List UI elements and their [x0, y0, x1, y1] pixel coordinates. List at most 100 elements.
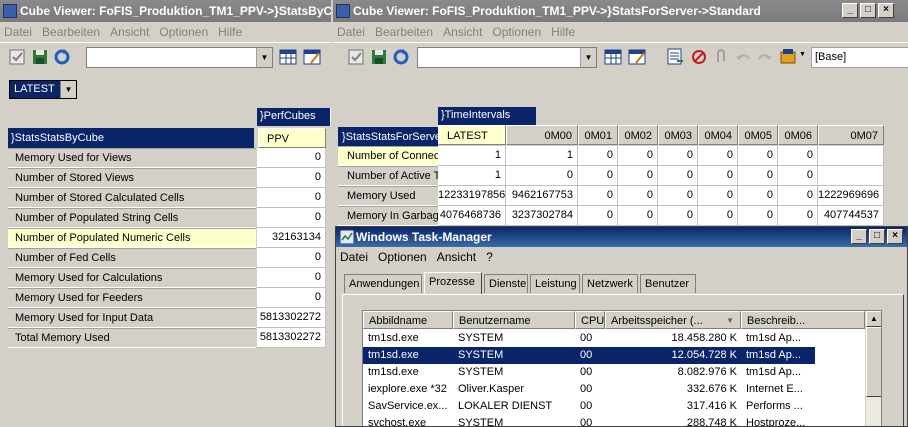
data-cell[interactable]: 0 — [698, 186, 738, 206]
process-row[interactable]: tm1sd.exe SYSTEM 00 12.054.728 K tm1sd Ap... — [363, 347, 815, 364]
data-cell[interactable]: 1 — [438, 146, 506, 166]
save-icon[interactable] — [369, 47, 389, 67]
grid-edit-icon[interactable] — [627, 47, 647, 67]
column-header-0m05[interactable]: 0M05 — [738, 125, 778, 145]
column-dimension-label[interactable]: }TimeIntervals — [438, 107, 536, 125]
right-menu-optionen[interactable]: Optionen — [488, 22, 547, 39]
left-view-dropdown[interactable]: ▼ — [86, 47, 273, 68]
data-cell[interactable]: 0 — [618, 186, 658, 206]
undo-icon[interactable] — [733, 47, 753, 67]
data-cell[interactable] — [818, 166, 884, 186]
data-cell[interactable]: 0 — [738, 186, 778, 206]
column-header-0m02[interactable]: 0M02 — [618, 125, 658, 145]
column-header-0m01[interactable]: 0M01 — [578, 125, 618, 145]
refresh-icon[interactable] — [391, 47, 411, 67]
save-icon[interactable] — [30, 47, 50, 67]
process-row[interactable]: iexplore.exe *32 Oliver.Kasper 00 332.676 K… — [363, 381, 865, 398]
title-dimension-selector[interactable]: LATEST ▼ — [9, 80, 77, 99]
data-cell[interactable]: 3237302784 — [506, 206, 578, 226]
minimize-button[interactable]: _ — [851, 229, 867, 244]
minimize-button[interactable]: _ — [842, 3, 858, 18]
grid-view-icon[interactable] — [278, 47, 298, 67]
attach-icon[interactable] — [711, 47, 731, 67]
data-cell[interactable]: 0 — [698, 166, 738, 186]
tab-anwendungen[interactable]: Anwendungen — [344, 274, 422, 293]
data-cell[interactable]: 0 — [257, 148, 326, 168]
data-cell[interactable]: 0 — [506, 166, 578, 186]
col-header-beschreibung[interactable]: Beschreib... — [741, 311, 865, 329]
process-row[interactable]: SavService.ex... LOKALER DIENST 00 317.416 … — [363, 398, 865, 415]
scroll-up-arrow-icon[interactable]: ▲ — [866, 311, 881, 327]
data-cell[interactable]: 0 — [738, 206, 778, 226]
row-label[interactable]: Number of Populated String Cells — [8, 208, 256, 228]
left-menu-ansicht[interactable]: Ansicht — [106, 22, 155, 39]
column-header-latest[interactable]: LATEST — [438, 125, 506, 145]
right-view-dropdown[interactable]: ▼ — [417, 47, 597, 68]
col-header-cpu[interactable]: CPU — [575, 311, 605, 329]
subset-box[interactable]: [Base] — [811, 47, 908, 68]
data-cell[interactable]: 0 — [257, 268, 326, 288]
chevron-down-icon[interactable]: ▼ — [60, 81, 76, 98]
tab-netzwerk[interactable]: Netzwerk — [582, 274, 638, 293]
grid-view-icon[interactable] — [603, 47, 623, 67]
data-cell[interactable]: 0 — [257, 208, 326, 228]
column-header-0m07[interactable]: 0M07 — [818, 125, 884, 145]
data-cell[interactable]: 0 — [658, 166, 698, 186]
data-cell[interactable]: 12233197856 — [438, 186, 506, 206]
column-dimension-label[interactable]: }PerfCubes — [257, 108, 331, 126]
column-header-0m04[interactable]: 0M04 — [698, 125, 738, 145]
column-header-ppv[interactable]: PPV — [258, 128, 326, 148]
row-dimension-label[interactable]: }StatsStatsForServe — [338, 127, 438, 147]
close-button[interactable]: × — [878, 3, 894, 18]
data-cell[interactable]: 5813302272 — [257, 328, 326, 348]
redo-icon[interactable] — [755, 47, 775, 67]
row-label[interactable]: Memory In Garbag — [338, 206, 438, 226]
process-list[interactable]: Abbildname Benutzername CPU Arbeitsspeic… — [362, 310, 882, 426]
tab-leistung[interactable]: Leistung — [530, 274, 580, 293]
data-cell[interactable]: 0 — [738, 146, 778, 166]
tab-benutzer[interactable]: Benutzer — [640, 274, 696, 293]
data-cell[interactable]: 0 — [257, 188, 326, 208]
row-label[interactable]: Total Memory Used — [8, 328, 256, 348]
data-cell[interactable]: 0 — [257, 288, 326, 308]
row-label[interactable]: Number of Stored Views — [8, 168, 256, 188]
data-cell[interactable]: 0 — [658, 186, 698, 206]
row-label[interactable]: Memory Used — [338, 186, 438, 206]
left-title-bar[interactable]: Cube Viewer: FoFIS_Produktion_TM1_PPV->}… — [0, 0, 331, 22]
tm-menu-datei[interactable]: Datei — [336, 247, 374, 264]
checkmark-icon[interactable] — [8, 47, 28, 67]
row-label[interactable]: Memory Used for Calculations — [8, 268, 256, 288]
data-cell[interactable]: 0 — [618, 146, 658, 166]
column-header-0m03[interactable]: 0M03 — [658, 125, 698, 145]
data-cell[interactable]: 4076468736 — [438, 206, 506, 226]
left-menu-bearbeiten[interactable]: Bearbeiten — [38, 22, 106, 39]
data-cell[interactable]: 1 — [506, 146, 578, 166]
checkmark-icon[interactable] — [347, 47, 367, 67]
tm-menu-ansicht[interactable]: Ansicht — [433, 247, 482, 264]
data-cell[interactable]: 32163134 — [257, 228, 326, 248]
data-cell[interactable]: 1222969696 — [818, 186, 884, 206]
data-cell[interactable]: 0 — [778, 166, 818, 186]
data-cell[interactable]: 0 — [778, 206, 818, 226]
row-label[interactable]: Number of Fed Cells — [8, 248, 256, 268]
process-row[interactable]: svchost.exe SYSTEM 00 288.748 K Hostproze... — [363, 415, 865, 426]
row-label[interactable]: Number of Populated Numeric Cells — [8, 228, 256, 248]
right-menu-datei[interactable]: Datei — [333, 22, 371, 39]
data-cell[interactable]: 0 — [578, 186, 618, 206]
grid-edit-icon[interactable] — [302, 47, 322, 67]
data-cell[interactable]: 0 — [658, 146, 698, 166]
data-cell[interactable]: 0 — [578, 206, 618, 226]
task-manager-title-bar[interactable]: Windows Task-Manager _ □ × — [336, 227, 907, 247]
data-cell[interactable]: 0 — [257, 168, 326, 188]
row-dimension-label[interactable]: }StatsStatsByCube — [8, 128, 254, 148]
tm-menu-help[interactable]: ? — [482, 247, 499, 264]
data-cell[interactable]: 0 — [658, 206, 698, 226]
chevron-down-icon[interactable]: ▼ — [580, 48, 596, 67]
maximize-button[interactable]: □ — [869, 229, 885, 244]
scroll-thumb[interactable] — [866, 327, 881, 397]
data-cell[interactable]: 9462167753 — [506, 186, 578, 206]
row-label[interactable]: Memory Used for Input Data — [8, 308, 256, 328]
col-header-abbildname[interactable]: Abbildname — [363, 311, 453, 329]
data-cell[interactable]: 1 — [438, 166, 506, 186]
tab-dienste[interactable]: Dienste — [484, 274, 528, 293]
